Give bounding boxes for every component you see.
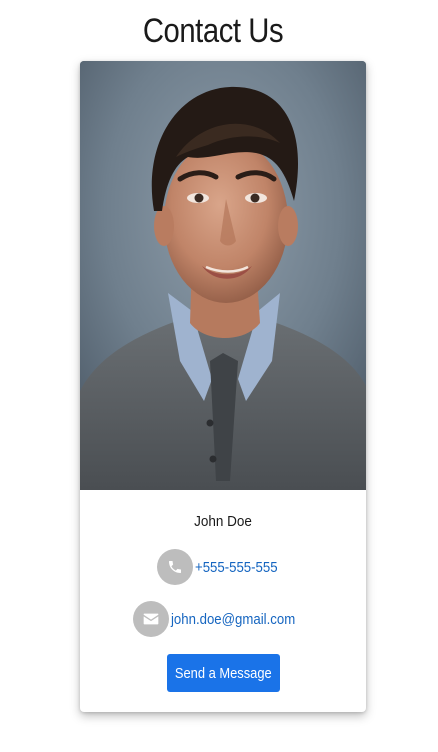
contact-card: John Doe +555-555-555 john.doe@gmail.com…: [80, 61, 366, 712]
profile-photo: [80, 61, 366, 490]
contact-page: Contact Us John Doe +555-555-555 john.do…: [0, 0, 438, 752]
email-row: john.doe@gmail.com: [80, 601, 366, 637]
email-link[interactable]: john.doe@gmail.com: [171, 611, 295, 628]
send-message-button[interactable]: Send a Message: [167, 654, 280, 692]
envelope-icon: [133, 601, 170, 637]
send-message-label: Send a Message: [175, 664, 272, 682]
page-title: Contact Us: [142, 12, 284, 50]
phone-link[interactable]: +555-555-555: [195, 559, 278, 576]
phone-icon: [157, 549, 194, 585]
phone-row: +555-555-555: [80, 549, 366, 585]
contact-name: John Doe: [194, 513, 252, 530]
